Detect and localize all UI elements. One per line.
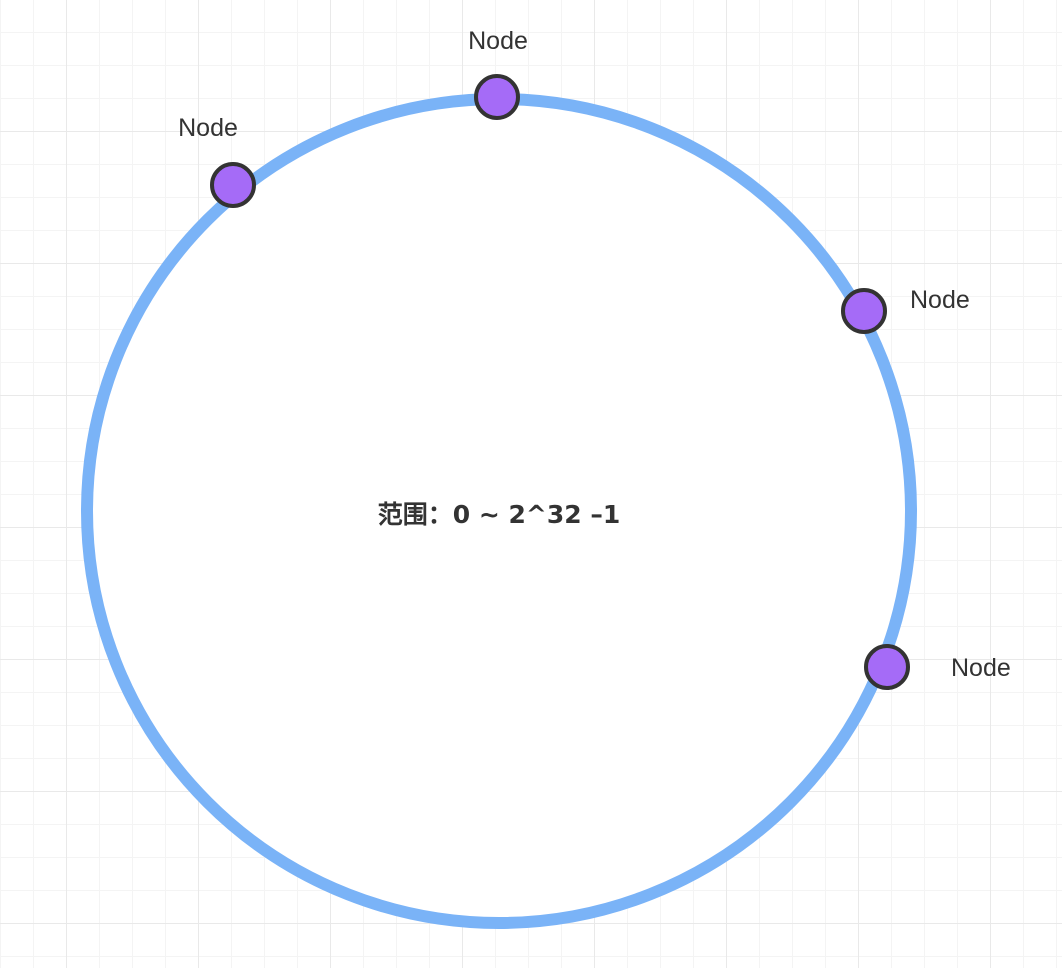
hash-ring-diagram: Node Node Node Node 范围：0 ~ 2^32 –1 <box>81 27 1011 929</box>
node-label-lower-right: Node <box>951 654 1011 682</box>
node-marker-upper-right[interactable] <box>841 288 887 334</box>
node-marker-upper-left[interactable] <box>210 162 256 208</box>
diagram-canvas: Node Node Node Node 范围：0 ~ 2^32 –1 <box>0 0 1062 968</box>
node-marker-lower-right[interactable] <box>864 644 910 690</box>
node-label-upper-right: Node <box>910 286 970 314</box>
node-label-upper-left: Node <box>178 114 238 142</box>
node-marker-top[interactable] <box>474 74 520 120</box>
hash-range-label: 范围：0 ~ 2^32 –1 <box>378 500 620 529</box>
node-label-top: Node <box>468 27 528 55</box>
